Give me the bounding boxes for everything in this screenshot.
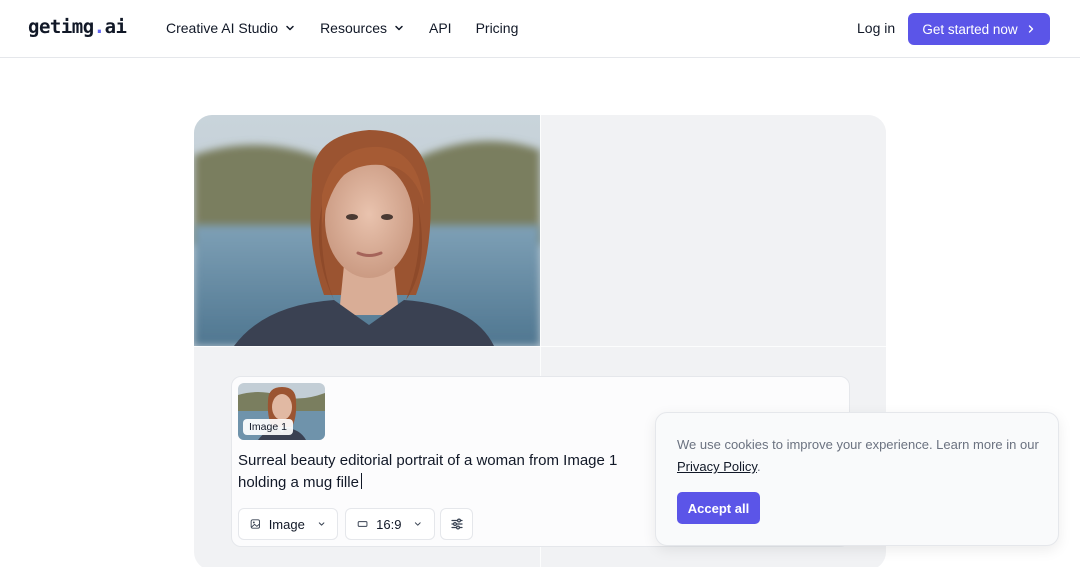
settings-button[interactable]	[440, 508, 473, 540]
prompt-text: Surreal beauty editorial portrait of a w…	[238, 452, 618, 491]
nav-label: Creative AI Studio	[166, 20, 279, 36]
cookie-message: We use cookies to improve your experienc…	[677, 434, 1047, 478]
aspect-ratio-icon	[357, 521, 368, 527]
logo[interactable]: getimg.ai	[28, 16, 127, 38]
get-started-button[interactable]: Get started now	[908, 13, 1050, 45]
image-label-badge: Image 1	[243, 419, 293, 435]
logo-tld: ai	[104, 16, 127, 38]
main-nav: Creative AI Studio Resources API Pricing	[166, 20, 518, 36]
nav-resources[interactable]: Resources	[320, 20, 405, 36]
aspect-ratio-label: 16:9	[376, 516, 402, 532]
login-link[interactable]: Log in	[857, 20, 895, 36]
chevron-down-icon	[286, 25, 294, 31]
nav-label: Pricing	[475, 20, 519, 36]
sliders-icon	[450, 518, 463, 530]
top-nav-bar: getimg.ai Creative AI Studio Resources A…	[0, 0, 1080, 58]
logo-dot: .	[93, 16, 105, 38]
nav-label: Resources	[320, 20, 387, 36]
mode-select[interactable]: Image	[238, 508, 338, 540]
nav-pricing[interactable]: Pricing	[476, 20, 519, 36]
accept-all-button[interactable]: Accept all	[677, 492, 760, 524]
cookie-text: We use cookies to improve your experienc…	[677, 437, 1039, 452]
get-started-label: Get started now	[922, 21, 1018, 37]
text-caret	[360, 473, 362, 489]
chevron-right-icon	[1028, 25, 1033, 33]
nav-api[interactable]: API	[429, 20, 452, 36]
grid-divider-horizontal	[194, 346, 886, 347]
portrait-picture	[194, 115, 540, 346]
image-icon	[250, 519, 261, 529]
nav-creative-ai-studio[interactable]: Creative AI Studio	[166, 20, 296, 36]
aspect-ratio-select[interactable]: 16:9	[345, 508, 435, 540]
reference-image-thumbnail[interactable]: Image 1	[238, 383, 325, 440]
cookie-text-end: .	[756, 459, 761, 474]
chevron-down-icon	[318, 522, 325, 526]
mode-label: Image	[268, 516, 305, 532]
chevron-down-icon	[415, 522, 422, 526]
logo-text: getimg	[28, 16, 94, 38]
portrait-image	[194, 115, 540, 346]
cookie-banner: We use cookies to improve your experienc…	[655, 412, 1059, 546]
nav-label: API	[428, 20, 452, 36]
empty-grid-cell	[541, 115, 886, 346]
prompt-text-input[interactable]: Surreal beauty editorial portrait of a w…	[238, 450, 658, 494]
privacy-policy-link[interactable]: Privacy Policy	[677, 459, 757, 474]
chevron-down-icon	[395, 25, 403, 31]
